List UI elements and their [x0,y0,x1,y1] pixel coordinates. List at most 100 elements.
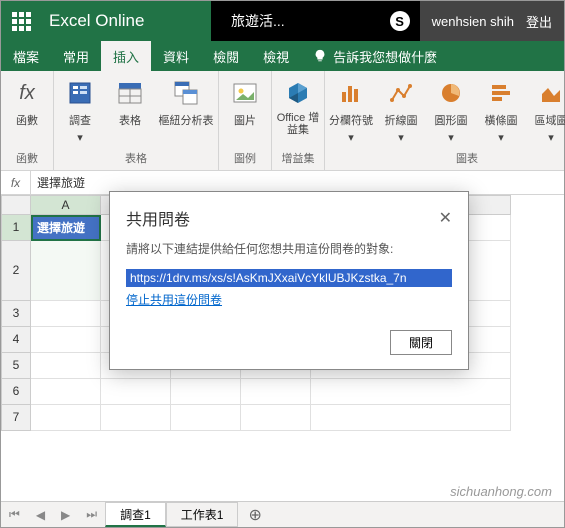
app-name: Excel Online [41,1,211,41]
tab-insert[interactable]: 插入 [101,41,151,71]
sheet-nav-prev[interactable]: ◀ [28,508,53,522]
survey-label: 調查 [69,112,91,128]
group-illustrations: 圖片 圖例 [219,71,272,170]
watermark: sichuanhong.com [450,484,552,499]
group-label-tables: 表格 [125,148,147,168]
areachart-label: 區域圖 [535,112,565,128]
row-header-2[interactable]: 2 [1,241,31,301]
survey-button[interactable]: 調查▾ [56,75,104,146]
tab-view[interactable]: 檢視 [251,41,301,71]
addins-label: Office 增益集 [276,112,320,136]
survey-icon [67,80,93,106]
picture-button[interactable]: 圖片 [221,75,269,130]
group-label-ill: 圖例 [234,148,256,168]
picture-icon [232,80,258,106]
row-header-5[interactable]: 5 [1,353,31,379]
dialog-close-btn[interactable]: 關閉 [390,330,452,355]
office-addins-button[interactable]: Office 增益集 [274,75,322,138]
lightbulb-icon [313,49,327,63]
user-area: wenhsien shih 登出 [420,1,564,41]
row-header-1[interactable]: 1 [1,215,31,241]
tell-me-search[interactable]: 告訴我您想做什麼 [301,41,437,71]
cell[interactable] [31,405,101,431]
sheet-nav-last[interactable]: ⏭ [78,507,105,522]
table-icon [117,80,143,106]
row-header-7[interactable]: 7 [1,405,31,431]
group-tables: 調查▾ 表格 樞紐分析表 表格 [54,71,219,170]
waffle-icon [12,12,31,31]
bar-chart-button[interactable]: 橫條圖▾ [477,75,525,146]
pivot-button[interactable]: 樞紐分析表 [156,75,216,130]
user-name[interactable]: wenhsien shih [432,14,514,29]
document-name[interactable]: 旅遊活... [211,1,380,41]
group-label-fx: 函數 [16,148,38,168]
stop-sharing-link[interactable]: 停止共用這份問卷 [126,293,222,307]
cell[interactable] [31,301,101,327]
cell[interactable] [311,379,511,405]
cell[interactable] [31,241,101,301]
cell[interactable] [171,379,241,405]
bar-chart-icon [490,82,512,104]
pivot-icon [173,80,199,106]
skype-icon: S [390,11,410,31]
column-chart-icon [340,82,362,104]
tab-home[interactable]: 常用 [51,41,101,71]
table-label: 表格 [119,112,141,128]
row-header-6[interactable]: 6 [1,379,31,405]
tab-data[interactable]: 資料 [151,41,201,71]
picture-label: 圖片 [234,112,256,128]
dialog-description: 請將以下連結提供給任何您想共用這份問卷的對象: [126,240,452,257]
group-charts: 分欄符號▾ 折線圖▾ 圓形圖▾ 橫條圖▾ 區域圖▾ 散佈圖 [325,71,565,170]
pivot-label: 樞紐分析表 [159,112,214,128]
app-launcher-button[interactable] [1,1,41,41]
ribbon: fx 函數 函數 調查▾ 表格 樞紐分析表 表格 圖 [1,71,564,171]
linechart-label: 折線圖 [385,112,418,128]
piechart-label: 圓形圖 [435,112,468,128]
share-url-field[interactable]: https://1drv.ms/xs/s!AsKmJXxaiVcYklUBJKz… [126,269,452,287]
fx-label: 函數 [16,112,38,128]
row-header-3[interactable]: 3 [1,301,31,327]
fx-button[interactable]: fx [1,171,31,194]
pie-chart-icon [440,82,462,104]
line-chart-button[interactable]: 折線圖▾ [377,75,425,146]
cell[interactable] [101,379,171,405]
tab-review[interactable]: 檢閱 [201,41,251,71]
area-chart-icon [540,82,562,104]
sheet-nav-first[interactable]: ⏮ [1,507,28,522]
group-label-charts: 圖表 [456,148,478,168]
sheet-nav-next[interactable]: ▶ [53,508,78,522]
cell[interactable] [31,327,101,353]
addins-icon [285,80,311,106]
cell-a1[interactable]: 選擇旅遊 [31,215,101,241]
tell-me-label: 告訴我您想做什麼 [333,47,437,66]
dialog-close-button[interactable]: ✕ [439,208,452,228]
cell[interactable] [171,405,241,431]
skype-button[interactable]: S [380,1,420,41]
add-sheet-button[interactable]: ⊕ [238,505,271,525]
area-chart-button[interactable]: 區域圖▾ [527,75,565,146]
cell[interactable] [101,405,171,431]
tab-file[interactable]: 檔案 [1,41,51,71]
formula-content[interactable]: 選擇旅遊 [31,174,85,191]
pie-chart-button[interactable]: 圓形圖▾ [427,75,475,146]
cell[interactable] [311,405,511,431]
title-bar: Excel Online 旅遊活... S wenhsien shih 登出 [1,1,564,41]
share-survey-dialog: 共用問卷 ✕ 請將以下連結提供給任何您想共用這份問卷的對象: https://1… [109,191,469,370]
cell[interactable] [31,353,101,379]
table-button[interactable]: 表格 [106,75,154,130]
cell[interactable] [241,405,311,431]
barchart-label: 橫條圖 [485,112,518,128]
group-label-addins: 增益集 [282,148,315,168]
sheet-tab-survey1[interactable]: 調查1 [105,502,166,527]
signout-link[interactable]: 登出 [526,12,552,31]
fx-icon: fx [19,82,35,105]
row-header-4[interactable]: 4 [1,327,31,353]
column-break-button[interactable]: 分欄符號▾ [327,75,375,146]
insert-function-button[interactable]: fx 函數 [3,75,51,130]
select-all-corner[interactable] [1,195,31,215]
cell[interactable] [31,379,101,405]
cell[interactable] [241,379,311,405]
sheet-tab-sheet1[interactable]: 工作表1 [166,502,239,527]
col-header-a[interactable]: A [31,195,101,215]
line-chart-icon [390,82,412,104]
